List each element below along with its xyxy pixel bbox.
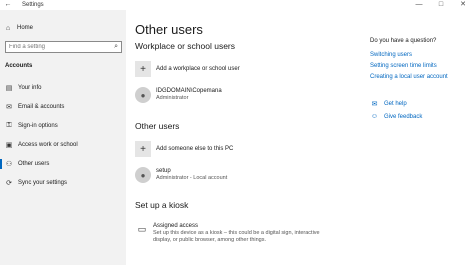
sync-icon: ⟳ bbox=[6, 180, 12, 187]
key-icon: ⚿ bbox=[6, 122, 12, 129]
help-panel: Do you have a question? Switching users … bbox=[370, 38, 470, 84]
section-heading-work: Workplace or school users bbox=[135, 41, 235, 51]
home-icon: ⌂ bbox=[5, 24, 11, 32]
add-other-user-button[interactable]: + Add someone else to this PC bbox=[135, 140, 233, 158]
get-help-label: Get help bbox=[384, 101, 407, 107]
sidebar-item-label: Sync your settings bbox=[18, 180, 68, 186]
section-heading-kiosk: Set up a kiosk bbox=[135, 200, 189, 210]
sidebar-item-label: Access work or school bbox=[18, 142, 78, 148]
assigned-access-title: Assigned access bbox=[153, 223, 199, 229]
kiosk-icon: ▭ bbox=[137, 224, 147, 234]
search-input[interactable] bbox=[9, 42, 109, 52]
other-user-entry[interactable]: ● setup Administrator - Local account bbox=[135, 166, 227, 184]
give-feedback-link[interactable]: ☺ Give feedback bbox=[370, 113, 422, 120]
section-label-accounts: Accounts bbox=[5, 63, 33, 69]
sidebar-item-label: Your info bbox=[18, 85, 42, 91]
sidebar-item-your-info[interactable]: ▤ Your info bbox=[0, 81, 126, 95]
sidebar-item-sync-settings[interactable]: ⟳ Sync your settings bbox=[0, 176, 126, 190]
plus-icon: + bbox=[135, 141, 151, 157]
main-content: Other users Workplace or school users + … bbox=[126, 10, 474, 265]
section-heading-other-users: Other users bbox=[135, 121, 180, 131]
mail-icon: ✉ bbox=[6, 104, 12, 111]
sidebar-item-label: Other users bbox=[18, 161, 50, 167]
sidebar-item-other-users[interactable]: ⚇ Other users bbox=[0, 157, 126, 171]
assigned-access-button[interactable]: ▭ Assigned access Set up this device as … bbox=[135, 222, 323, 244]
user-avatar-icon: ● bbox=[135, 87, 151, 103]
sidebar-item-email-accounts[interactable]: ✉ Email & accounts bbox=[0, 100, 126, 114]
work-user-entry[interactable]: ● IDGDOMAIN\Copemana Administrator bbox=[135, 86, 222, 104]
close-button[interactable]: ✕ bbox=[452, 0, 474, 10]
other-user-name: setup bbox=[156, 168, 171, 174]
sidebar-item-access-work-school[interactable]: ▣ Access work or school bbox=[0, 138, 126, 152]
sidebar-item-label: Email & accounts bbox=[18, 104, 65, 110]
give-feedback-label: Give feedback bbox=[384, 113, 423, 120]
sidebar-item-sign-in-options[interactable]: ⚿ Sign-in options bbox=[0, 119, 126, 133]
link-switching-users[interactable]: Switching users bbox=[370, 51, 470, 60]
person-add-icon: ⚇ bbox=[5, 161, 13, 168]
link-create-local-account[interactable]: Creating a local user account bbox=[370, 73, 470, 82]
minimize-button[interactable]: — bbox=[408, 0, 430, 10]
plus-icon: + bbox=[135, 61, 151, 77]
person-card-icon: ▤ bbox=[5, 85, 13, 92]
window-controls: — □ ✕ bbox=[408, 0, 474, 10]
other-user-role: Administrator - Local account bbox=[156, 175, 228, 181]
get-help-link[interactable]: ✉ Get help bbox=[370, 100, 407, 108]
page-title: Other users bbox=[135, 22, 203, 37]
help-question: Do you have a question? bbox=[370, 38, 437, 44]
assigned-access-description: Set up this device as a kiosk – this cou… bbox=[153, 230, 320, 243]
sidebar: ⌂ Home ⌕ Accounts ▤ Your info ✉ Email & … bbox=[0, 10, 126, 265]
sidebar-item-label: Sign-in options bbox=[18, 123, 58, 129]
add-work-user-label: Add a workplace or school user bbox=[156, 65, 240, 72]
title-bar: ← Settings — □ ✕ bbox=[0, 0, 474, 10]
briefcase-icon: ▣ bbox=[5, 142, 13, 149]
user-avatar-icon: ● bbox=[135, 167, 151, 183]
chat-help-icon: ✉ bbox=[371, 101, 378, 108]
search-icon[interactable]: ⌕ bbox=[114, 42, 118, 52]
sidebar-home[interactable]: ⌂ Home bbox=[3, 23, 33, 33]
work-user-name: IDGDOMAIN\Copemana bbox=[156, 88, 222, 94]
feedback-icon: ☺ bbox=[370, 113, 379, 120]
maximize-button[interactable]: □ bbox=[430, 0, 452, 10]
search-box[interactable]: ⌕ bbox=[5, 41, 122, 53]
window-title: Settings bbox=[22, 2, 44, 8]
add-work-user-button[interactable]: + Add a workplace or school user bbox=[135, 60, 240, 78]
sidebar-home-label: Home bbox=[17, 25, 34, 31]
back-arrow-icon[interactable]: ← bbox=[3, 0, 13, 10]
work-user-role: Administrator bbox=[156, 95, 189, 101]
add-other-user-label: Add someone else to this PC bbox=[156, 145, 234, 152]
link-screen-time-limits[interactable]: Setting screen time limits bbox=[370, 62, 470, 71]
